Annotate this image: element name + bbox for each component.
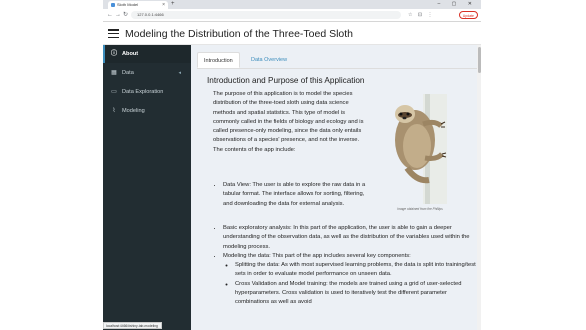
content-tabs: Introduction Data Overview (197, 52, 479, 69)
intro-paragraph: The purpose of this application is to mo… (213, 91, 364, 153)
address-bar[interactable]: 127.0.0.1:4466 (131, 11, 401, 19)
sloth-image (395, 94, 447, 204)
app-header: Modeling the Distribution of the Three-T… (103, 23, 481, 45)
bullet-list-top: Data View: The user is able to explore t… (213, 181, 371, 209)
list-item: Basic exploratory analysis: In this part… (223, 224, 477, 252)
browser-window: Sloth Model × + – ▢ ✕ ← → ↻ 127.0.0.1:44… (103, 0, 481, 330)
image-caption: Image obtained from the Phillips (397, 207, 443, 211)
sidebar-item-modeling[interactable]: ⌇ Modeling (103, 102, 191, 120)
toolbar-icons[interactable]: ☆ ⊡ ⋮ (408, 10, 434, 21)
tab-data-overview[interactable]: Data Overview (245, 52, 293, 68)
close-tab-icon[interactable]: × (162, 1, 165, 9)
section-heading: Introduction and Purpose of this Applica… (207, 76, 365, 85)
window-controls[interactable]: – ▢ ✕ (438, 0, 477, 9)
map-icon: ▭ (111, 89, 117, 95)
sidebar-item-about[interactable]: ⓘ About (103, 45, 191, 63)
app-title: Modeling the Distribution of the Three-T… (125, 28, 354, 40)
sub-bullet-list: Splitting the data: As with most supervi… (223, 261, 477, 307)
reload-icon[interactable]: ↻ (123, 9, 128, 21)
chart-line-icon: ⌇ (112, 108, 116, 114)
info-icon: ⓘ (110, 51, 117, 57)
tab-strip: Sloth Model × + – ▢ ✕ (103, 0, 481, 9)
list-item: Cross Validation and Model training: the… (235, 280, 477, 308)
status-url: localhost:4466/#shiny-tab-modeling (103, 322, 162, 329)
list-item: Modeling the data: This part of the app … (223, 252, 477, 308)
table-icon: ▦ (111, 70, 117, 76)
hamburger-menu-icon[interactable] (108, 29, 119, 39)
browser-tab-title: Sloth Model (117, 2, 139, 7)
back-icon[interactable]: ← (107, 9, 113, 21)
forward-icon[interactable]: → (115, 9, 121, 21)
sidebar-item-label: Data Exploration (122, 89, 164, 95)
browser-tab[interactable]: Sloth Model × (108, 1, 168, 9)
update-button[interactable]: Update (458, 11, 478, 19)
browser-toolbar: ← → ↻ 127.0.0.1:4466 ☆ ⊡ ⋮ Update (103, 9, 481, 22)
list-item-text: Modeling the data: This part of the app … (223, 252, 411, 259)
list-item: Splitting the data: As with most supervi… (235, 261, 477, 280)
sidebar-item-label: Modeling (122, 108, 145, 114)
sidebar-item-data[interactable]: ▦ Data ◂ (103, 64, 191, 82)
list-item: Data View: The user is able to explore t… (223, 181, 371, 209)
favicon-icon (111, 3, 115, 7)
main-content: Introduction Data Overview Introduction … (191, 45, 481, 330)
sidebar: ⓘ About ▦ Data ◂ ▭ Data Exploration ⌇ Mo… (103, 45, 191, 330)
tab-introduction[interactable]: Introduction (197, 52, 240, 68)
scrollbar[interactable] (477, 45, 481, 330)
scrollbar-thumb[interactable] (477, 47, 481, 73)
new-tab-button[interactable]: + (171, 0, 175, 9)
caret-left-icon: ◂ (178, 70, 181, 76)
bullet-list: Basic exploratory analysis: In this part… (213, 224, 477, 308)
sidebar-item-data-exploration[interactable]: ▭ Data Exploration (103, 83, 191, 101)
sidebar-item-label: Data (122, 70, 134, 76)
sidebar-item-label: About (122, 51, 139, 57)
